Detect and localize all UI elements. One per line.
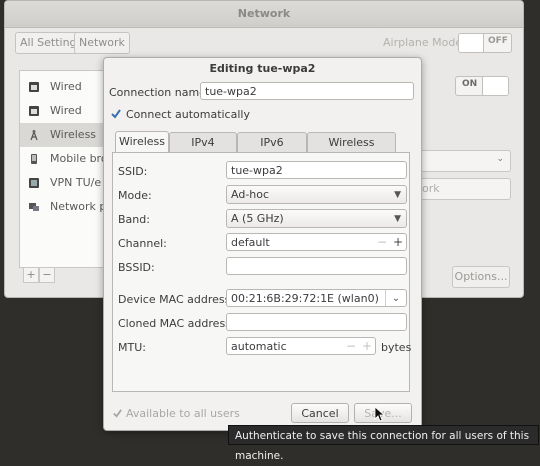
device-label: Wired xyxy=(50,80,82,93)
mouse-cursor-icon xyxy=(374,406,384,422)
tab-ipv4-settings[interactable]: IPv4 Settings xyxy=(169,132,237,169)
airplane-mode-toggle[interactable]: OFF xyxy=(458,33,512,53)
network-window-title: Network xyxy=(237,7,291,20)
network-action-label: ork xyxy=(422,182,440,195)
mtu-unit-label: bytes xyxy=(381,341,412,354)
mode-select[interactable]: Ad-hoc ▼ xyxy=(226,185,407,204)
vpn-icon xyxy=(29,178,39,188)
mtu-increment-button[interactable]: + xyxy=(359,338,375,355)
network-select[interactable]: ⌄ xyxy=(417,150,511,172)
cloned-mac-label: Cloned MAC address: xyxy=(118,317,235,330)
chevron-down-icon: ▼ xyxy=(394,214,401,224)
chevron-down-icon: ⌄ xyxy=(496,154,504,164)
tab-ipv6-settings[interactable]: IPv6 Settings xyxy=(237,132,307,169)
connect-automatically-label: Connect automatically xyxy=(126,108,250,121)
channel-label: Channel: xyxy=(118,237,167,250)
connection-name-label: Connection name: xyxy=(109,86,210,99)
mobile-broadband-icon xyxy=(31,154,37,164)
mtu-decrement-button[interactable]: − xyxy=(343,338,359,355)
mtu-label: MTU: xyxy=(118,341,146,354)
available-to-all-users-label: Available to all users xyxy=(126,407,240,420)
mtu-stepper[interactable]: automatic − + xyxy=(226,337,376,355)
connect-automatically-checkbox[interactable] xyxy=(110,108,122,120)
device-mac-value: 00:21:6B:29:72:1E (wlan0) xyxy=(231,292,379,305)
ssid-field[interactable]: tue-wpa2 xyxy=(226,161,407,179)
tab-wireless[interactable]: Wireless xyxy=(115,131,169,153)
airplane-mode-label: Airplane Mode xyxy=(383,36,463,49)
mode-value: Ad-hoc xyxy=(231,188,270,201)
bssid-label: BSSID: xyxy=(118,261,155,274)
editing-connection-dialog: Editing tue-wpa2 Connection name: tue-wp… xyxy=(103,57,422,431)
bssid-field[interactable] xyxy=(226,257,407,275)
band-label: Band: xyxy=(118,213,150,226)
tab-wireless-security[interactable]: Wireless Security xyxy=(307,132,396,169)
wired-icon xyxy=(29,82,39,92)
channel-decrement-button[interactable]: − xyxy=(374,234,390,251)
channel-increment-button[interactable]: + xyxy=(390,234,406,251)
airplane-toggle-text: OFF xyxy=(488,36,508,46)
chevron-down-icon[interactable]: ⌄ xyxy=(385,290,406,306)
band-select[interactable]: A (5 GHz) ▼ xyxy=(226,209,407,228)
checkmark-icon xyxy=(113,409,122,418)
channel-value: default xyxy=(231,236,270,249)
remove-device-button[interactable]: − xyxy=(39,267,55,283)
available-to-all-users-checkbox[interactable] xyxy=(112,408,123,419)
device-mac-combo[interactable]: 00:21:6B:29:72:1E (wlan0) ⌄ xyxy=(226,289,407,307)
network-proxy-icon xyxy=(29,203,39,211)
wired-icon xyxy=(29,106,39,116)
dialog-title: Editing tue-wpa2 xyxy=(209,62,316,75)
wireless-tab-panel: SSID: tue-wpa2 Mode: Ad-hoc ▼ Band: A (5… xyxy=(112,152,412,392)
network-action-button[interactable]: ork xyxy=(417,178,511,200)
cloned-mac-field[interactable] xyxy=(226,313,407,331)
device-label: Wired xyxy=(50,104,82,117)
wireless-icon xyxy=(30,130,38,141)
cancel-button[interactable]: Cancel xyxy=(291,403,349,423)
connection-name-field[interactable]: tue-wpa2 xyxy=(200,82,414,100)
device-on-toggle[interactable]: ON xyxy=(455,76,509,96)
checkmark-icon xyxy=(111,109,121,119)
network-titlebar: Network xyxy=(5,1,523,28)
device-mac-label: Device MAC address: xyxy=(118,293,235,306)
band-value: A (5 GHz) xyxy=(231,212,284,225)
device-toggle-text: ON xyxy=(462,79,478,89)
device-label: Wireless xyxy=(50,128,97,141)
chevron-down-icon: ▼ xyxy=(394,190,401,200)
ssid-label: SSID: xyxy=(118,165,148,178)
authenticate-tooltip: Authenticate to save this connection for… xyxy=(228,425,539,462)
add-device-button[interactable]: + xyxy=(23,267,39,283)
mtu-value: automatic xyxy=(231,340,287,353)
mode-label: Mode: xyxy=(118,189,152,202)
channel-stepper[interactable]: default − + xyxy=(226,233,407,251)
network-breadcrumb[interactable]: Network xyxy=(74,32,130,54)
options-button[interactable]: Options... xyxy=(452,266,510,288)
